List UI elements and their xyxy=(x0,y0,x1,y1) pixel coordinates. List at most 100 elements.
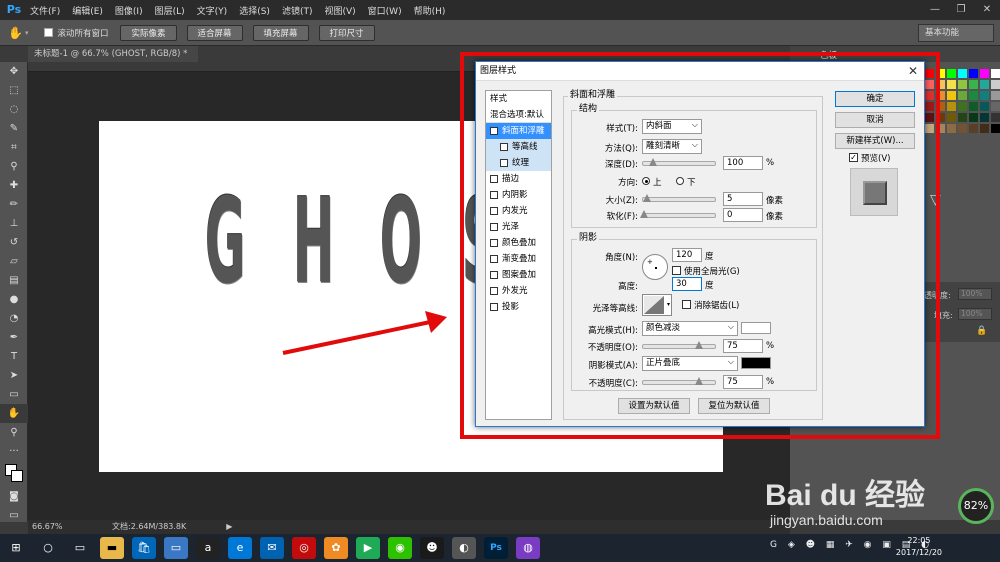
slider-thumb[interactable] xyxy=(643,194,651,202)
zoom-tool-icon[interactable]: ⚲ xyxy=(0,423,28,442)
soften-input[interactable]: 0 xyxy=(723,208,763,222)
checkbox-box[interactable] xyxy=(490,303,498,311)
print-size-button[interactable]: 打印尺寸 xyxy=(318,24,375,41)
menu-type[interactable]: 文字(Y) xyxy=(197,4,228,17)
style-item-inner-shadow[interactable]: 内阴影 xyxy=(486,187,551,203)
edge-browser-icon[interactable]: e xyxy=(228,537,252,559)
style-item-pattern-overlay[interactable]: 图案叠加 xyxy=(486,267,551,283)
slider-thumb[interactable] xyxy=(640,210,648,218)
checkbox-box[interactable] xyxy=(490,223,498,231)
crop-tool-icon[interactable]: ⌗ xyxy=(0,138,28,157)
blend-options-item[interactable]: 混合选项:默认 xyxy=(486,107,551,123)
reset-default-button[interactable]: 复位为默认值 xyxy=(698,398,770,414)
document-tab[interactable]: 未标题-1 @ 66.7% (GHOST, RGB/8) * xyxy=(28,46,198,62)
more-tools-icon[interactable]: ··· xyxy=(0,442,28,461)
global-light-checkbox[interactable] xyxy=(672,266,681,275)
checkbox-box[interactable] xyxy=(490,271,498,279)
style-item-gradient-overlay[interactable]: 渐变叠加 xyxy=(486,251,551,267)
opacity-field[interactable]: 100% xyxy=(958,288,992,300)
style-item-satin[interactable]: 光泽 xyxy=(486,219,551,235)
shadow-mode-select[interactable]: 正片叠底 xyxy=(642,355,738,371)
video-player-icon[interactable]: ▶ xyxy=(356,537,380,559)
technique-select[interactable]: 雕刻清晰 xyxy=(642,138,702,154)
tool-preset-chevron-icon[interactable]: ▾ xyxy=(25,29,29,37)
menu-edit[interactable]: 编辑(E) xyxy=(72,4,103,17)
checkbox-box[interactable] xyxy=(490,175,498,183)
amazon-icon[interactable]: a xyxy=(196,537,220,559)
shape-tool-icon[interactable]: ▭ xyxy=(0,385,28,404)
menu-filter[interactable]: 滤镜(T) xyxy=(282,4,313,17)
checkbox-box[interactable] xyxy=(490,191,498,199)
style-item-inner-glow[interactable]: 内发光 xyxy=(486,203,551,219)
color-app-icon[interactable]: ◍ xyxy=(516,537,540,559)
slider-thumb[interactable] xyxy=(695,377,703,385)
computer-icon[interactable]: ▭ xyxy=(164,537,188,559)
shadow-opacity-input[interactable]: 75 xyxy=(723,375,763,389)
status-arrow-icon[interactable]: ▶ xyxy=(226,520,232,534)
soften-slider[interactable] xyxy=(640,210,716,218)
make-default-button[interactable]: 设置为默认值 xyxy=(618,398,690,414)
eyedropper-tool-icon[interactable]: ⚲ xyxy=(0,157,28,176)
menu-help[interactable]: 帮助(H) xyxy=(414,4,446,17)
restore-button[interactable]: ❐ xyxy=(948,0,974,20)
photoshop-taskbar-icon[interactable]: Ps xyxy=(484,537,508,559)
wechat-icon[interactable]: ◉ xyxy=(388,537,412,559)
netease-music-icon[interactable]: ◎ xyxy=(292,537,316,559)
actual-pixels-button[interactable]: 实际像素 xyxy=(120,24,177,41)
healing-brush-tool-icon[interactable]: ✚ xyxy=(0,176,28,195)
path-select-tool-icon[interactable]: ➤ xyxy=(0,366,28,385)
app-orange-icon[interactable]: ✿ xyxy=(324,537,348,559)
checkbox-box[interactable] xyxy=(490,239,498,247)
style-item-outer-glow[interactable]: 外发光 xyxy=(486,283,551,299)
history-brush-tool-icon[interactable]: ↺ xyxy=(0,233,28,252)
highlight-mode-select[interactable]: 颜色减淡 xyxy=(642,320,738,336)
menu-file[interactable]: 文件(F) xyxy=(30,4,60,17)
style-item-color-overlay[interactable]: 颜色叠加 xyxy=(486,235,551,251)
checkbox-box[interactable] xyxy=(500,143,508,151)
clock[interactable]: 22:05 2017/12/20 xyxy=(896,535,942,559)
direction-down-radio[interactable] xyxy=(676,177,684,185)
hand-tool-icon[interactable]: ✋ xyxy=(0,404,28,423)
blur-tool-icon[interactable]: ● xyxy=(0,290,28,309)
quick-mask-icon[interactable]: ◙ xyxy=(0,487,28,506)
checkbox-box[interactable] xyxy=(490,255,498,263)
file-explorer-icon[interactable]: ▬ xyxy=(100,537,124,559)
zoom-level[interactable]: 66.67% xyxy=(32,520,92,534)
size-slider[interactable] xyxy=(642,194,716,202)
slider-thumb[interactable] xyxy=(649,158,657,166)
checkbox-box[interactable] xyxy=(490,207,498,215)
slider-thumb[interactable] xyxy=(695,341,703,349)
angle-dial[interactable]: + xyxy=(642,254,668,280)
highlight-opacity-input[interactable]: 75 xyxy=(723,339,763,353)
size-input[interactable]: 5 xyxy=(723,192,763,206)
dodge-tool-icon[interactable]: ◔ xyxy=(0,309,28,328)
scroll-all-windows-checkbox[interactable]: 滚动所有窗口 xyxy=(44,27,108,39)
windows-start-icon[interactable]: ⊞ xyxy=(4,537,28,559)
dialog-title-bar[interactable]: 图层样式 ✕ xyxy=(476,62,924,81)
menu-image[interactable]: 图像(I) xyxy=(115,4,143,17)
type-tool-icon[interactable]: T xyxy=(0,347,28,366)
direction-up-radio[interactable] xyxy=(642,177,650,185)
depth-slider[interactable] xyxy=(642,158,716,166)
color-swatch-icon[interactable] xyxy=(0,461,28,487)
fit-screen-button[interactable]: 适合屏幕 xyxy=(186,24,243,41)
gradient-tool-icon[interactable]: ▤ xyxy=(0,271,28,290)
highlight-color-swatch[interactable] xyxy=(741,322,771,334)
menu-window[interactable]: 窗口(W) xyxy=(368,4,402,17)
eraser-tool-icon[interactable]: ▱ xyxy=(0,252,28,271)
menu-layer[interactable]: 图层(L) xyxy=(155,4,185,17)
pen-tool-icon[interactable]: ✒ xyxy=(0,328,28,347)
workspace-select[interactable]: 基本功能 xyxy=(918,24,994,42)
mail-icon[interactable]: ✉ xyxy=(260,537,284,559)
qq-icon[interactable]: ☻ xyxy=(420,537,444,559)
menu-select[interactable]: 选择(S) xyxy=(239,4,270,17)
lock-icon[interactable]: 🔒 xyxy=(976,326,987,336)
quick-select-tool-icon[interactable]: ✎ xyxy=(0,119,28,138)
style-item-stroke[interactable]: 描边 xyxy=(486,171,551,187)
antialias-checkbox[interactable] xyxy=(682,300,691,309)
highlight-opacity-slider[interactable] xyxy=(642,341,716,349)
cancel-button[interactable]: 取消 xyxy=(835,112,915,128)
style-item-drop-shadow[interactable]: 投影 xyxy=(486,299,551,315)
style-item-bevel-emboss[interactable]: ✓ 斜面和浮雕 xyxy=(486,123,551,139)
close-button[interactable]: ✕ xyxy=(974,0,1000,20)
